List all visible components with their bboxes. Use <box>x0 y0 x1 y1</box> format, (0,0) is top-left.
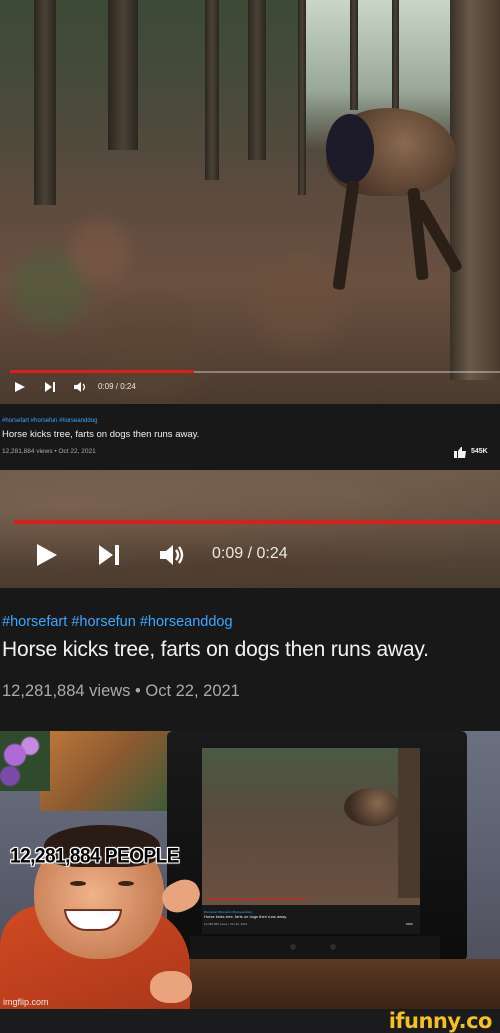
video-info-bar: #horsefart #horsefun #horseanddog Horse … <box>0 404 500 470</box>
video-title-large: Horse kicks tree, farts on dogs then run… <box>2 638 429 661</box>
video-hashtags[interactable]: #horsefart #horsefun #horseanddog <box>2 418 97 424</box>
thumbs-up-icon[interactable] <box>454 447 467 458</box>
meme-caption: 12,281,884 PEOPLE <box>10 844 179 869</box>
play-icon[interactable] <box>14 381 26 393</box>
large-tree-trunk <box>450 0 500 380</box>
volume-icon[interactable] <box>159 543 187 567</box>
volume-icon[interactable] <box>73 381 87 393</box>
video-views-date: 12,281,884 views • Oct 22, 2021 <box>2 448 96 455</box>
wall-painting <box>40 731 170 811</box>
progress-bar-fill-large[interactable] <box>14 520 500 524</box>
video-views-date-large: 12,281,884 views • Oct 22, 2021 <box>2 682 240 700</box>
video-info-bar-large: #horsefart #horsefun #horseanddog Horse … <box>0 588 500 731</box>
tv-base <box>190 936 440 960</box>
like-count: 545K <box>471 448 488 455</box>
tv-knob <box>330 944 336 950</box>
tv-progress-bar <box>206 898 306 899</box>
joey-eye <box>118 881 134 886</box>
tv-video-title: Horse kicks tree, farts on dogs then run… <box>204 914 288 919</box>
tv-knob <box>290 944 296 950</box>
next-icon[interactable] <box>98 543 122 567</box>
tv-horse <box>344 788 400 826</box>
video-frame-panel: 0:09 / 0:24 <box>0 0 500 404</box>
tv-views-date: 12,281,884 views • Oct 22, 2021 <box>204 922 248 926</box>
imgflip-watermark: imgflip.com <box>3 997 49 1007</box>
ifunny-footer: ifunny.co <box>0 1009 500 1033</box>
progress-bar-fill <box>10 370 194 373</box>
tree-trunk <box>248 0 266 160</box>
joey-pointing-hand <box>150 971 192 1003</box>
video-title: Horse kicks tree, farts on dogs then run… <box>2 429 200 440</box>
video-hashtags-large[interactable]: #horsefart #horsefun #horseanddog <box>2 614 233 630</box>
tv-forest-scene <box>202 748 420 905</box>
tree-trunk <box>392 0 399 110</box>
tv-tree-trunk <box>398 748 420 898</box>
meme-panel: #horsefart #horsefun #horseanddog Horse … <box>0 731 500 1009</box>
tree-trunk <box>350 0 358 110</box>
ifunny-logo[interactable]: ifunny.co <box>389 1009 493 1033</box>
joey-eye <box>70 881 86 886</box>
horse-rump <box>326 114 374 184</box>
play-icon[interactable] <box>36 543 58 567</box>
next-icon[interactable] <box>44 381 56 393</box>
flowers <box>0 731 50 791</box>
tree-trunk <box>108 0 138 150</box>
tv-screen: #horsefart #horsefun #horseanddog Horse … <box>202 748 420 934</box>
video-time-large: 0:09 / 0:24 <box>212 545 288 562</box>
tv-like-count: 545K <box>406 922 414 926</box>
video-time: 0:09 / 0:24 <box>98 382 136 391</box>
zoomed-controls-panel <box>0 470 500 588</box>
